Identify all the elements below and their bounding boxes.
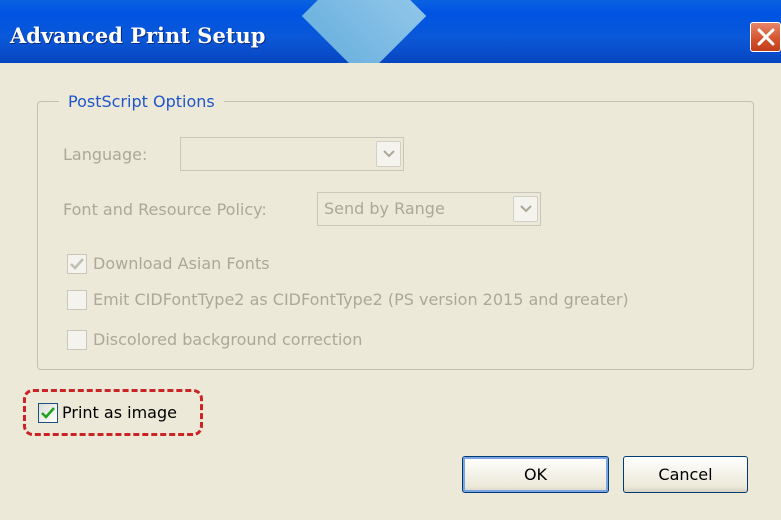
window-title: Advanced Print Setup: [10, 23, 266, 48]
emit-cidfonttype2-checkbox[interactable]: [67, 290, 87, 310]
print-as-image-checkbox[interactable]: [38, 403, 58, 423]
discolored-bg-label: Discolored background correction: [93, 330, 363, 349]
font-policy-value: Send by Range: [324, 199, 445, 218]
print-as-image-label: Print as image: [62, 403, 177, 422]
chevron-down-icon: [520, 205, 532, 213]
close-icon: [757, 28, 775, 46]
font-policy-select[interactable]: Send by Range: [317, 192, 541, 226]
discolored-bg-checkbox[interactable]: [67, 330, 87, 350]
pointer-arrow-overlay: [301, 0, 427, 63]
title-bar[interactable]: Advanced Print Setup: [0, 0, 781, 63]
close-button[interactable]: [750, 22, 781, 52]
postscript-options-label: PostScript Options: [59, 92, 224, 111]
font-policy-dropdown-button[interactable]: [513, 196, 538, 222]
download-asian-fonts-label: Download Asian Fonts: [93, 254, 270, 273]
language-select[interactable]: [180, 137, 404, 171]
ok-button[interactable]: OK: [462, 456, 609, 493]
cancel-button[interactable]: Cancel: [623, 456, 748, 493]
language-label: Language:: [63, 145, 148, 164]
emit-cidfonttype2-label: Emit CIDFontType2 as CIDFontType2 (PS ve…: [93, 290, 629, 309]
checkmark-icon: [70, 258, 84, 270]
font-policy-label: Font and Resource Policy:: [63, 200, 267, 219]
checkmark-icon: [41, 407, 55, 419]
chevron-down-icon: [383, 150, 395, 158]
language-dropdown-button[interactable]: [376, 141, 401, 167]
download-asian-fonts-checkbox[interactable]: [67, 254, 87, 274]
